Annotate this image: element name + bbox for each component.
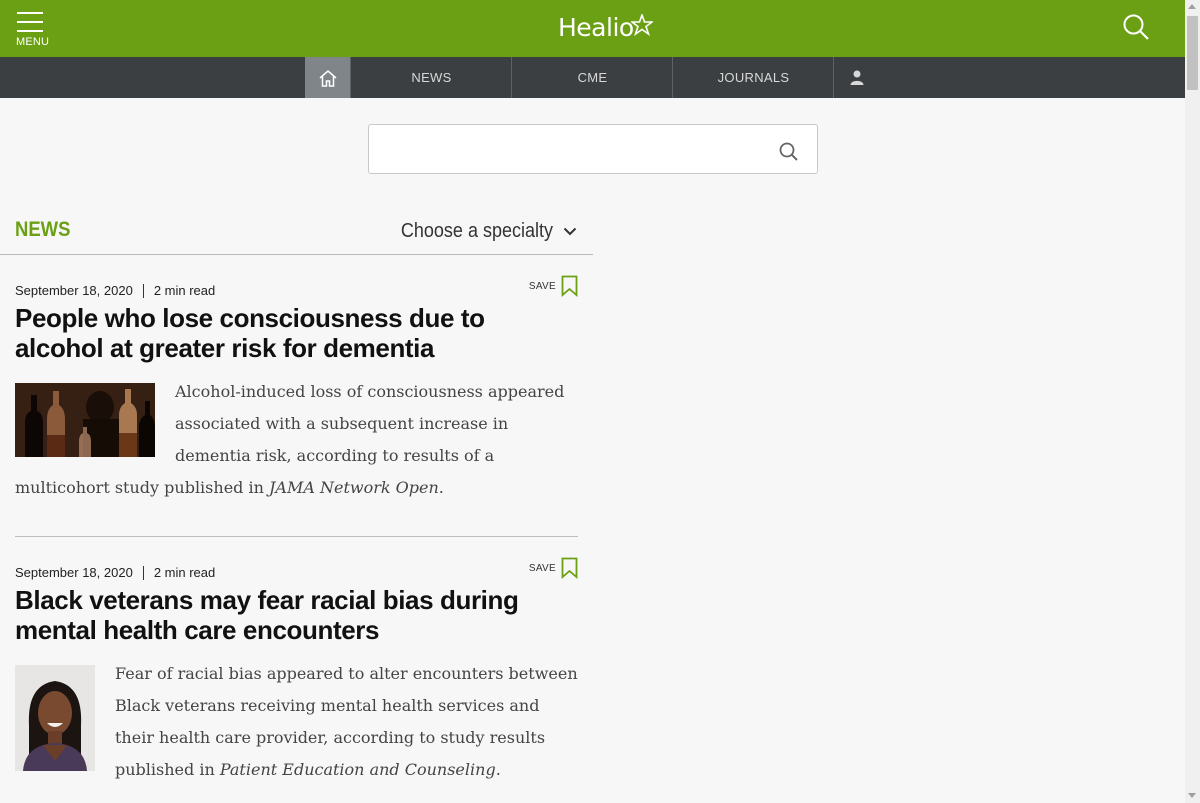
scrollbar-thumb[interactable] <box>1187 16 1198 90</box>
top-header: MENU Healio <box>0 0 1185 57</box>
search-input[interactable] <box>377 133 761 165</box>
healio-logo[interactable]: Healio <box>558 10 653 44</box>
article-date: September 18, 2020 <box>15 283 133 298</box>
source-journal: Patient Education and Counseling <box>219 760 496 779</box>
star-icon <box>630 14 653 36</box>
article-summary: Fear of racial bias appeared to alter en… <box>15 658 578 786</box>
article-read-time: 2 min read <box>153 283 216 298</box>
user-icon <box>850 70 864 85</box>
save-label: SAVE <box>528 280 556 292</box>
scrollbar[interactable] <box>1185 0 1200 803</box>
article-headline[interactable]: People who lose consciousness due to alc… <box>15 303 578 363</box>
summary-end: . <box>438 478 444 497</box>
save-button[interactable]: SAVE <box>529 275 578 297</box>
save-button[interactable]: SAVE <box>529 557 578 579</box>
article-thumbnail[interactable] <box>15 665 95 771</box>
scroll-up-arrow[interactable] <box>1188 4 1196 9</box>
nav-journals[interactable]: JOURNALS <box>672 57 834 98</box>
meta-separator <box>142 283 144 298</box>
bookmark-icon <box>561 557 578 579</box>
specialty-select[interactable]: Choose a specialty <box>384 220 577 243</box>
article-date: September 18, 2020 <box>15 565 133 580</box>
article-headline[interactable]: Black veterans may fear racial bias duri… <box>15 585 578 645</box>
article-read-time: 2 min read <box>153 565 216 580</box>
nav-home[interactable] <box>305 57 350 98</box>
article-thumbnail[interactable] <box>15 383 155 457</box>
article-meta: September 18, 2020 2 min read <box>15 283 215 298</box>
summary-end: . <box>495 760 501 779</box>
nav-user[interactable] <box>833 57 880 98</box>
save-label: SAVE <box>528 562 556 574</box>
news-section-header: NEWS Choose a specialty <box>0 212 593 255</box>
search-box <box>368 124 818 174</box>
menu-button[interactable]: MENU <box>16 10 50 50</box>
article-meta: September 18, 2020 2 min read <box>15 565 215 580</box>
article-card: September 18, 2020 2 min read SAVE Peopl… <box>15 275 578 504</box>
chevron-down-icon <box>563 227 577 236</box>
home-icon <box>319 69 336 87</box>
main-nav: NEWS CME JOURNALS <box>0 57 1185 98</box>
specialty-select-label: Choose a specialty <box>400 220 553 242</box>
meta-separator <box>142 565 144 580</box>
search-icon[interactable] <box>779 142 799 162</box>
nav-cme[interactable]: CME <box>511 57 673 98</box>
news-section-title: NEWS <box>15 218 71 241</box>
article-divider <box>15 536 578 537</box>
search-icon[interactable] <box>1122 13 1150 41</box>
nav-news[interactable]: NEWS <box>350 57 512 98</box>
menu-label: MENU <box>16 36 50 48</box>
source-journal: JAMA Network Open <box>269 478 439 497</box>
logo-text: Healio <box>558 13 634 42</box>
article-card: September 18, 2020 2 min read SAVE Black… <box>15 557 578 795</box>
bookmark-icon <box>561 275 578 297</box>
article-summary: Alcohol-induced loss of consciousness ap… <box>15 376 578 504</box>
scroll-down-arrow[interactable] <box>1188 793 1196 798</box>
hamburger-icon <box>16 10 48 32</box>
